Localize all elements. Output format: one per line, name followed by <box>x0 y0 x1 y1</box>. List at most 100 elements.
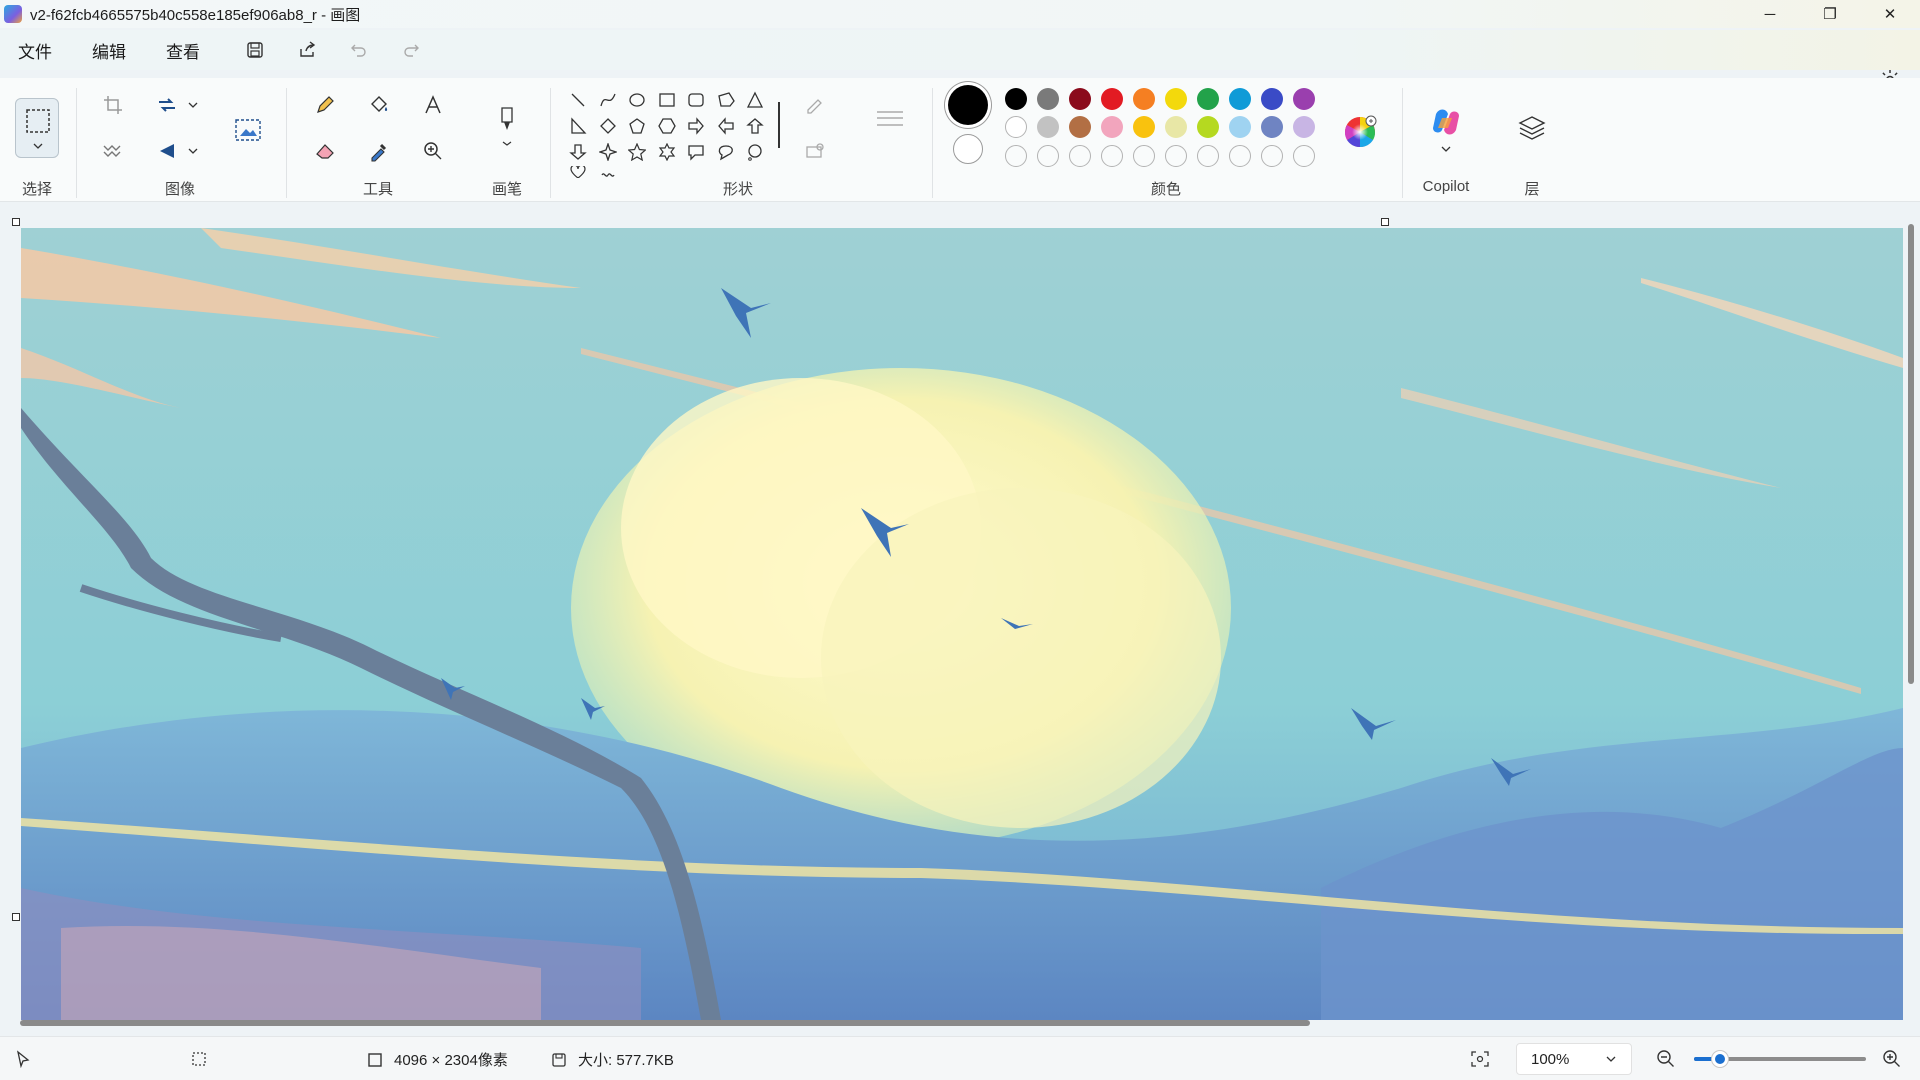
color-swatch[interactable] <box>1101 88 1123 110</box>
shape-oval-button[interactable] <box>625 88 649 112</box>
brush-button[interactable] <box>492 100 522 150</box>
shape-five-point-star-button[interactable] <box>625 140 649 164</box>
undo-button[interactable] <box>340 34 378 66</box>
color-swatch[interactable] <box>1261 116 1283 138</box>
color-swatch[interactable] <box>1165 116 1187 138</box>
color-swatch[interactable] <box>1229 116 1251 138</box>
custom-color-slot[interactable] <box>1293 145 1315 167</box>
shape-oval-callout-button[interactable] <box>714 140 738 164</box>
shape-fill-button[interactable] <box>800 136 830 166</box>
shape-hexagon-button[interactable] <box>655 114 679 138</box>
vertical-scrollbar[interactable] <box>1906 214 1916 1022</box>
color-swatch[interactable] <box>1005 116 1027 138</box>
color-swatch[interactable] <box>1229 88 1251 110</box>
custom-color-slot[interactable] <box>1165 145 1187 167</box>
shape-cloud-callout-button[interactable] <box>743 140 767 164</box>
zoom-out-icon[interactable] <box>1656 1049 1676 1069</box>
color-swatch[interactable] <box>1037 116 1059 138</box>
custom-color-slot[interactable] <box>1261 145 1283 167</box>
zoom-slider[interactable] <box>1694 1051 1866 1067</box>
primary-color-indicator[interactable] <box>948 85 988 125</box>
shape-right-triangle-button[interactable] <box>566 114 590 138</box>
custom-color-slot[interactable] <box>1197 145 1219 167</box>
shape-right-arrow-button[interactable] <box>684 114 708 138</box>
resize-button[interactable] <box>152 90 182 120</box>
remove-background-button[interactable] <box>98 136 128 166</box>
menu-edit[interactable]: 编辑 <box>92 38 126 63</box>
save-button[interactable] <box>236 34 274 66</box>
shape-lightning-button[interactable] <box>596 166 620 178</box>
text-tool[interactable] <box>418 90 448 120</box>
color-swatch[interactable] <box>1293 116 1315 138</box>
fit-to-window-icon[interactable] <box>1470 1050 1490 1068</box>
zoom-level-dropdown[interactable]: 100% <box>1516 1043 1632 1075</box>
color-swatch[interactable] <box>1101 116 1123 138</box>
edit-colors-button[interactable] <box>1340 112 1380 152</box>
shape-down-arrow-button[interactable] <box>566 140 590 164</box>
custom-color-slot[interactable] <box>1133 145 1155 167</box>
resize-handle-top-center[interactable] <box>1381 218 1389 226</box>
color-swatch[interactable] <box>1005 88 1027 110</box>
color-swatch[interactable] <box>1133 116 1155 138</box>
shape-pentagon-button[interactable] <box>625 114 649 138</box>
menu-file[interactable]: 文件 <box>18 38 52 63</box>
select-tool-button[interactable] <box>15 98 59 158</box>
zoom-in-icon[interactable] <box>1882 1049 1902 1069</box>
fill-tool[interactable] <box>364 90 394 120</box>
shape-polygon-button[interactable] <box>714 88 738 112</box>
flip-dropdown[interactable] <box>184 136 202 166</box>
line-icon <box>571 93 585 107</box>
share-button[interactable] <box>288 34 326 66</box>
chevron-down-icon[interactable] <box>1440 144 1452 154</box>
shape-size-button[interactable] <box>872 102 908 138</box>
color-swatch[interactable] <box>1261 88 1283 110</box>
shape-curve-button[interactable] <box>596 88 620 112</box>
shape-rectangle-button[interactable] <box>655 88 679 112</box>
color-swatch[interactable] <box>1165 88 1187 110</box>
close-button[interactable]: ✕ <box>1860 0 1920 28</box>
secondary-color-indicator[interactable] <box>953 134 983 164</box>
shape-left-arrow-button[interactable] <box>714 114 738 138</box>
color-swatch[interactable] <box>1293 88 1315 110</box>
redo-button[interactable] <box>392 34 430 66</box>
color-swatch[interactable] <box>1197 88 1219 110</box>
shape-six-point-star-button[interactable] <box>655 140 679 164</box>
restore-button[interactable]: ❐ <box>1800 0 1860 28</box>
color-swatch[interactable] <box>1069 88 1091 110</box>
custom-color-slot[interactable] <box>1037 145 1059 167</box>
color-swatch[interactable] <box>1069 116 1091 138</box>
shape-diamond-button[interactable] <box>596 114 620 138</box>
flip-button[interactable] <box>152 136 182 166</box>
color-swatch[interactable] <box>1133 88 1155 110</box>
shape-heart-button[interactable] <box>566 166 590 178</box>
pencil-tool[interactable] <box>310 90 340 120</box>
custom-color-slot[interactable] <box>1101 145 1123 167</box>
resize-handle-middle-left[interactable] <box>12 913 20 921</box>
menu-view[interactable]: 查看 <box>166 38 200 63</box>
shape-rect-callout-button[interactable] <box>684 140 708 164</box>
resize-handle-top-left[interactable] <box>12 218 20 226</box>
custom-color-slot[interactable] <box>1069 145 1091 167</box>
shape-outline-button[interactable] <box>800 90 830 120</box>
magnifier-tool[interactable] <box>418 136 448 166</box>
custom-color-slot[interactable] <box>1005 145 1027 167</box>
shape-rounded-rectangle-button[interactable] <box>684 88 708 112</box>
horizontal-scrollbar[interactable] <box>8 1018 1898 1028</box>
shape-up-arrow-button[interactable] <box>743 114 767 138</box>
minimize-button[interactable]: ─ <box>1740 0 1800 28</box>
layers-button[interactable] <box>1516 112 1548 144</box>
color-swatch[interactable] <box>1037 88 1059 110</box>
crop-button[interactable] <box>98 90 128 120</box>
color-picker-tool[interactable] <box>364 136 394 166</box>
shape-four-point-star-button[interactable] <box>596 140 620 164</box>
shape-line-button[interactable] <box>566 88 590 112</box>
resize-dropdown[interactable] <box>184 90 202 120</box>
zoom-slider-thumb[interactable] <box>1711 1051 1728 1067</box>
copilot-button[interactable] <box>1426 102 1466 142</box>
custom-color-slot[interactable] <box>1229 145 1251 167</box>
color-swatch[interactable] <box>1197 116 1219 138</box>
shape-triangle-button[interactable] <box>743 88 767 112</box>
drawing-canvas[interactable] <box>21 228 1903 1020</box>
eraser-tool[interactable] <box>310 136 340 166</box>
image-select-button[interactable] <box>230 112 266 148</box>
